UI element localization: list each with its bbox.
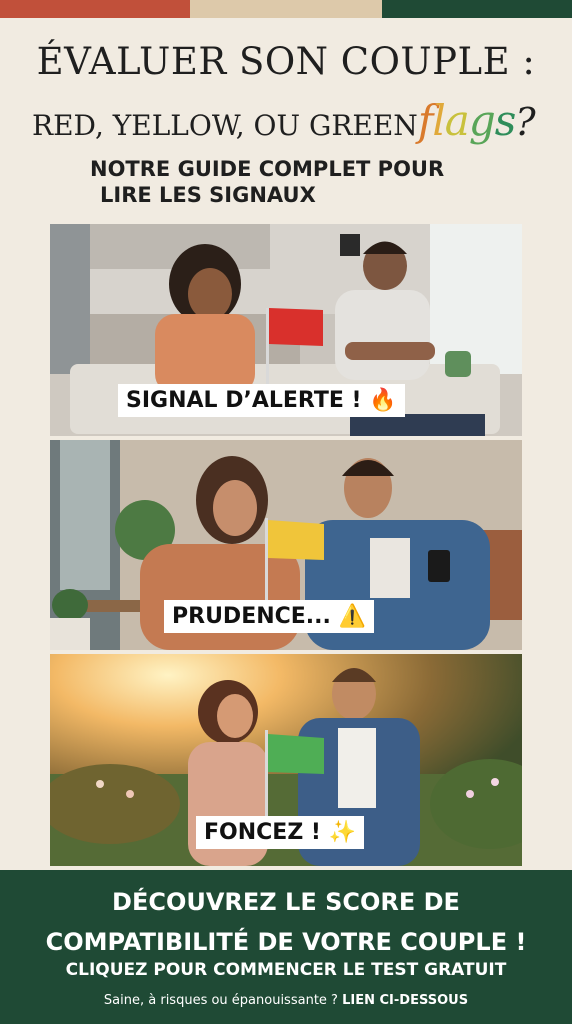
link-below-text[interactable]: LIEN CI-DESSOUS: [342, 993, 468, 1008]
top-color-bar: [0, 0, 572, 18]
page-subtitle: NOTRE GUIDE COMPLET POUR LIRE LES SIGNAU…: [90, 156, 510, 208]
footer-tagline: Saine, à risques ou épanouissante ? LIEN…: [0, 993, 572, 1008]
title-question-mark: ?: [515, 100, 536, 144]
panel-label-alert: SIGNAL D’ALERTE ! 🔥: [118, 384, 405, 417]
warning-icon: ⚠️: [338, 604, 366, 629]
top-bar-green-segment: [382, 0, 572, 18]
footer-headline: DÉCOUVREZ LE SCORE DE COMPATIBILITÉ DE V…: [0, 882, 572, 962]
title-flags-word: flags: [417, 96, 516, 145]
footer-headline-line2: COMPATIBILITÉ DE VOTRE COUPLE !: [45, 928, 527, 956]
title-colors-text: RED, YELLOW, OU GREEN: [32, 109, 418, 142]
subtitle-line1: NOTRE GUIDE COMPLET POUR: [90, 157, 445, 181]
fire-icon: 🔥: [369, 388, 397, 413]
yellow-flag-icon: [268, 520, 324, 560]
page-title: ÉVALUER SON COUPLE :: [36, 40, 536, 83]
green-flag-icon: [268, 734, 324, 774]
page-title-line2: RED, YELLOW, OU GREENflags?: [32, 96, 552, 145]
red-flag-icon: [269, 308, 323, 346]
panel-label-caution: PRUDENCE... ⚠️: [164, 600, 374, 633]
footer-headline-line1: DÉCOUVREZ LE SCORE DE: [112, 888, 460, 916]
subtitle-line2: LIRE LES SIGNAUX: [100, 183, 316, 207]
green-flag-photo-panel: FONCEZ ! ✨: [50, 654, 522, 866]
panel-label-go: FONCEZ ! ✨: [196, 816, 365, 849]
start-test-cta[interactable]: CLIQUEZ POUR COMMENCER LE TEST GRATUIT: [0, 960, 572, 980]
tagline-text: Saine, à risques ou épanouissante ?: [103, 993, 338, 1008]
sparkles-icon: ✨: [328, 820, 357, 845]
yellow-flag-photo-panel: PRUDENCE... ⚠️: [50, 440, 522, 650]
top-bar-beige-segment: [190, 0, 382, 18]
red-flag-photo-panel: SIGNAL D’ALERTE ! 🔥: [50, 224, 522, 436]
footer-banner[interactable]: DÉCOUVREZ LE SCORE DE COMPATIBILITÉ DE V…: [0, 870, 572, 1024]
top-bar-red-segment: [0, 0, 190, 18]
